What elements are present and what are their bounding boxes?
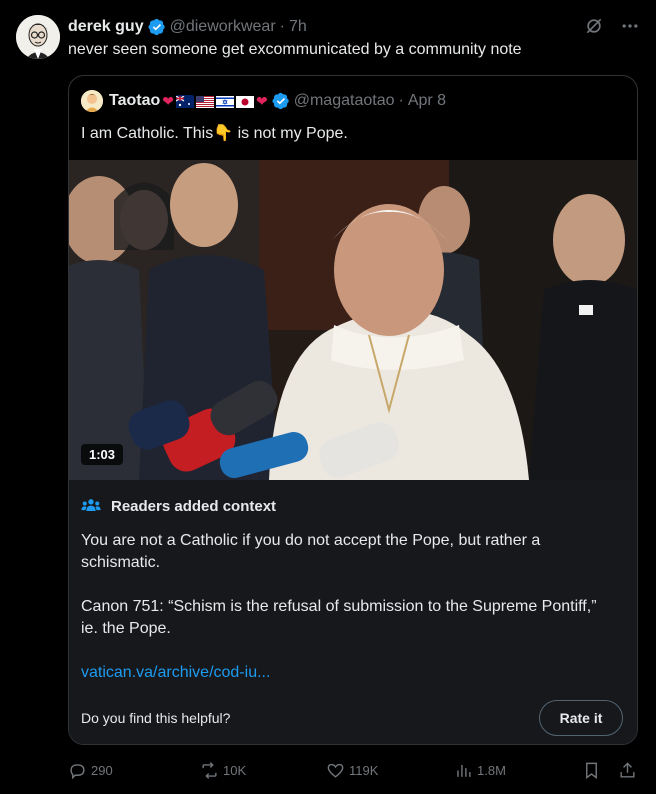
repost-button[interactable]: 10K bbox=[200, 758, 246, 782]
israel-flag-icon bbox=[216, 95, 234, 108]
reply-icon bbox=[70, 763, 85, 779]
verified-badge-icon bbox=[148, 18, 165, 36]
tweet-text: never seen someone get excommunicated by… bbox=[68, 41, 522, 58]
video-duration: 1:03 bbox=[81, 444, 124, 465]
community-note-paragraph: You are not a Catholic if you do not acc… bbox=[81, 532, 541, 571]
reply-button[interactable]: 290 bbox=[68, 758, 113, 782]
share-icon bbox=[620, 761, 635, 778]
tweet-actions: 290 10K 119K 1.8M bbox=[68, 758, 640, 782]
tweet-header: derek guy @dieworkwear · 7h bbox=[68, 16, 640, 38]
tweet: derek guy @dieworkwear · 7h never seen s… bbox=[0, 0, 656, 794]
separator-dot: · bbox=[279, 18, 285, 35]
helpful-prompt: Do you find this helpful? bbox=[81, 710, 231, 726]
quoted-tweet-header: Taotao ❤ ❤ @magataotao · Apr 8 bbox=[81, 90, 446, 112]
grok-icon[interactable] bbox=[584, 16, 604, 36]
quoted-author-avatar[interactable] bbox=[81, 90, 103, 112]
views-icon bbox=[457, 764, 471, 777]
quoted-author-handle[interactable]: @magataotao bbox=[294, 92, 395, 110]
tweet-timestamp[interactable]: 7h bbox=[289, 18, 307, 36]
share-button[interactable] bbox=[618, 758, 637, 782]
community-note-title: Readers added context bbox=[81, 496, 276, 516]
video-thumbnail[interactable]: 1:03 bbox=[69, 160, 637, 480]
header-actions bbox=[584, 16, 640, 36]
community-note: Readers added context You are not a Cath… bbox=[69, 480, 637, 744]
video-frame-image bbox=[69, 160, 637, 480]
like-button[interactable]: 119K bbox=[326, 758, 378, 782]
author-handle[interactable]: @dieworkwear bbox=[170, 18, 276, 36]
japan-flag-icon bbox=[236, 95, 254, 108]
people-icon bbox=[81, 499, 101, 511]
heart-emoji-icon: ❤ bbox=[162, 92, 174, 109]
verified-badge-icon bbox=[272, 92, 289, 110]
more-icon[interactable] bbox=[620, 16, 640, 36]
name-emojis: ❤ ❤ bbox=[162, 93, 267, 110]
views-button[interactable]: 1.8M bbox=[454, 758, 506, 782]
bookmark-icon bbox=[586, 762, 597, 779]
rate-it-button[interactable]: Rate it bbox=[539, 700, 623, 736]
reply-count: 290 bbox=[91, 762, 113, 778]
like-count: 119K bbox=[349, 762, 379, 778]
quoted-tweet-timestamp[interactable]: Apr 8 bbox=[408, 92, 446, 110]
community-note-source-link[interactable]: vatican.va/archive/cod-iu... bbox=[81, 664, 270, 682]
author-avatar[interactable] bbox=[16, 15, 60, 59]
australia-flag-icon bbox=[175, 95, 194, 108]
separator-dot: · bbox=[398, 92, 404, 109]
like-icon bbox=[327, 763, 344, 778]
author-name[interactable]: derek guy bbox=[68, 18, 144, 36]
heart-emoji-icon: ❤ bbox=[256, 92, 268, 109]
usa-flag-icon bbox=[196, 95, 214, 108]
quoted-author-name[interactable]: Taotao bbox=[109, 92, 160, 110]
quoted-tweet[interactable]: Taotao ❤ ❤ @magataotao · Apr 8 I am Cath… bbox=[68, 75, 638, 745]
community-note-title-text: Readers added context bbox=[111, 497, 277, 515]
community-note-body: You are not a Catholic if you do not acc… bbox=[81, 530, 601, 662]
repost-icon bbox=[202, 761, 217, 779]
repost-count: 10K bbox=[223, 762, 247, 778]
views-count: 1.8M bbox=[477, 762, 506, 778]
bookmark-button[interactable] bbox=[582, 758, 601, 782]
community-note-paragraph: Canon 751: “Schism is the refusal of sub… bbox=[81, 598, 597, 637]
quoted-tweet-text: I am Catholic. This👇 is not my Pope. bbox=[81, 125, 348, 142]
